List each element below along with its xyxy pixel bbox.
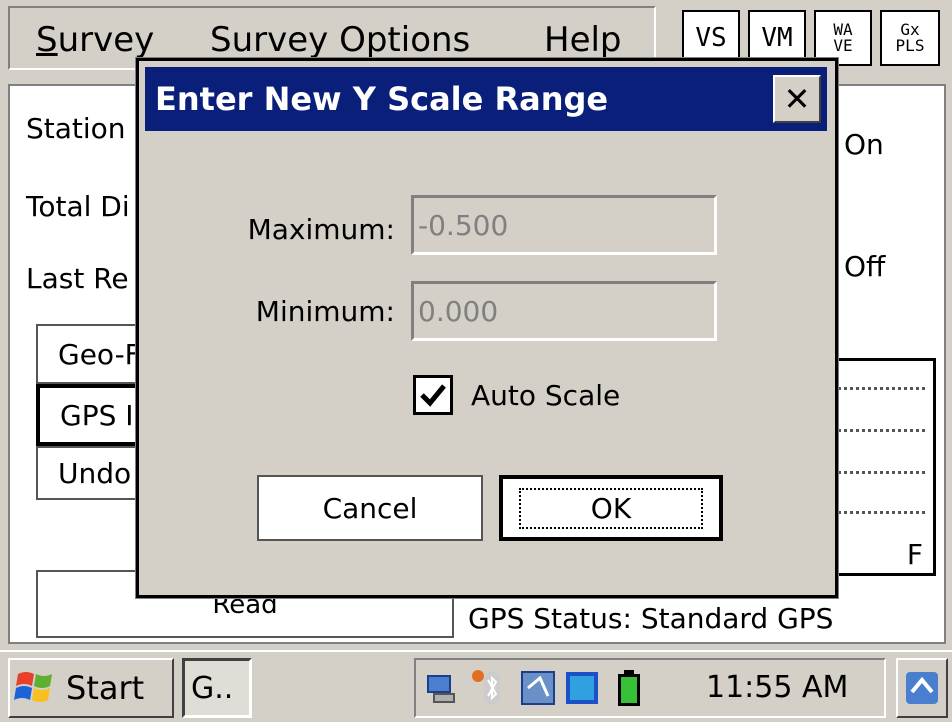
desktop-icon (906, 672, 938, 704)
menu-survey[interactable]: Survey (36, 20, 154, 60)
system-tray: 11:55 AM (414, 658, 886, 718)
sync-icon[interactable] (520, 668, 556, 708)
maximum-input[interactable] (411, 195, 717, 255)
gx-pls-button[interactable]: Gx PLS (880, 10, 940, 66)
maximum-label: Maximum: (247, 213, 395, 246)
off-label: Off (844, 250, 886, 283)
on-label: On (844, 128, 884, 161)
menu-survey-options[interactable]: Survey Options (210, 20, 470, 60)
cancel-button-label: Cancel (322, 491, 418, 525)
last-reading-label: Last Re (26, 262, 129, 295)
taskbar: Start G.. 11:55 AM (0, 650, 952, 722)
total-distance-label: Total Di (26, 190, 130, 223)
taskbar-app-button[interactable]: G.. (182, 658, 252, 718)
network-icon[interactable] (424, 668, 460, 708)
station-label: Station (26, 112, 126, 145)
minimum-input[interactable] (411, 281, 717, 341)
ok-button[interactable]: OK (499, 475, 723, 541)
gps-status: GPS Status: Standard GPS (468, 602, 834, 635)
start-label: Start (66, 669, 145, 707)
windows-logo-icon (14, 672, 52, 702)
clock[interactable]: 11:55 AM (706, 670, 848, 705)
ok-button-label: OK (518, 487, 704, 529)
close-button[interactable]: ✕ (773, 75, 821, 123)
bluetooth-icon[interactable] (470, 668, 506, 708)
show-desktop-button[interactable] (896, 658, 948, 718)
dtg-client-icon[interactable] (564, 668, 600, 708)
auto-scale-checkbox[interactable] (413, 375, 453, 415)
dialog-titlebar: Enter New Y Scale Range ✕ (145, 67, 827, 131)
close-icon: ✕ (783, 80, 811, 118)
battery-icon[interactable] (612, 668, 648, 708)
auto-scale-label: Auto Scale (471, 379, 621, 412)
menu-help[interactable]: Help (544, 20, 622, 60)
start-button[interactable]: Start (8, 658, 174, 718)
minimum-label: Minimum: (255, 295, 395, 328)
checkmark-icon (420, 384, 446, 407)
y-scale-dialog: Enter New Y Scale Range ✕ Maximum: Minim… (136, 58, 838, 598)
cancel-button[interactable]: Cancel (257, 475, 483, 541)
graph-label: F (906, 538, 923, 571)
dialog-title: Enter New Y Scale Range (155, 80, 609, 118)
